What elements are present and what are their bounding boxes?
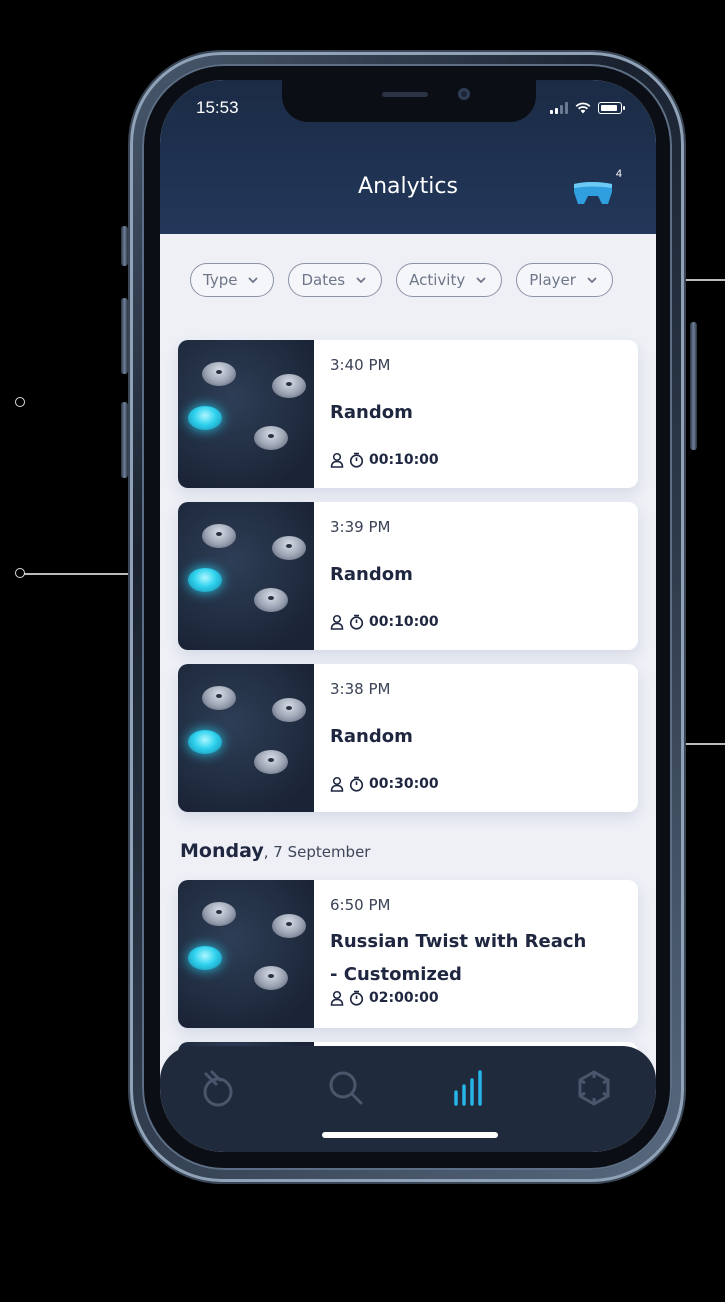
pod-graphic-lit (188, 568, 222, 592)
signal-icon (550, 102, 568, 114)
status-time: 15:53 (196, 98, 239, 117)
timer-icon (349, 614, 364, 630)
volume-down-button (121, 402, 128, 478)
person-icon (330, 990, 344, 1006)
session-time: 3:39 PM (330, 518, 391, 536)
person-icon (330, 776, 344, 792)
session-thumbnail (178, 664, 314, 812)
session-time: 3:40 PM (330, 356, 391, 374)
status-icons (550, 102, 625, 114)
pod-graphic (254, 966, 288, 990)
duration-value: 00:10:00 (369, 614, 439, 630)
wifi-icon (575, 102, 591, 114)
tab-workouts[interactable] (198, 1068, 238, 1108)
pod-graphic (202, 524, 236, 548)
chevron-down-icon (476, 277, 486, 284)
callout-ring-thumbnail (15, 568, 25, 578)
pod-graphic-lit (188, 946, 222, 970)
duration-value: 00:30:00 (369, 776, 439, 792)
duration-value: 00:10:00 (369, 452, 439, 468)
tab-analytics[interactable] (450, 1068, 490, 1108)
session-duration: 00:10:00 (330, 614, 439, 630)
pod-graphic-lit (188, 730, 222, 754)
action-button (121, 226, 128, 266)
session-card[interactable]: 3:39 PM Random 00:10:00 (178, 502, 638, 650)
pod-graphic (202, 902, 236, 926)
callout-ring-top-left (15, 397, 25, 407)
filter-player[interactable]: Player (516, 263, 613, 297)
filter-dates[interactable]: Dates (288, 263, 383, 297)
chevron-down-icon (356, 277, 366, 284)
power-button (690, 322, 697, 450)
pod-graphic (202, 362, 236, 386)
session-duration: 00:30:00 (330, 776, 439, 792)
session-thumbnail (178, 880, 314, 1028)
home-indicator[interactable] (322, 1132, 498, 1138)
pod-graphic (272, 536, 306, 560)
device-pod-icon (574, 182, 612, 204)
filter-label: Type (203, 271, 238, 289)
filter-label: Activity (409, 271, 466, 289)
session-card[interactable]: 3:38 PM Random 00:30:00 (178, 664, 638, 812)
session-duration: 02:00:00 (330, 990, 439, 1006)
session-thumbnail (178, 502, 314, 650)
chevron-down-icon (249, 277, 258, 284)
session-thumbnail (178, 340, 314, 488)
person-icon (330, 452, 344, 468)
pod-graphic (254, 588, 288, 612)
filter-label: Dates (301, 271, 346, 289)
session-name: Random (330, 726, 413, 747)
notch (282, 80, 536, 122)
timer-icon (349, 990, 364, 1006)
camera-icon (458, 88, 470, 100)
duration-value: 02:00:00 (369, 990, 439, 1006)
battery-icon (598, 102, 625, 114)
session-name-line: Russian Twist with Reach (330, 931, 587, 952)
pod-graphic (254, 750, 288, 774)
devices-button[interactable]: 4 (568, 168, 622, 210)
pod-graphic (254, 426, 288, 450)
session-time: 6:50 PM (330, 896, 391, 914)
session-card[interactable]: 3:40 PM Random 00:10:00 (178, 340, 638, 488)
day-section-header: Monday, 7 September (180, 840, 370, 862)
chevron-down-icon (587, 277, 597, 284)
session-name: Random (330, 564, 413, 585)
pod-graphic (272, 698, 306, 722)
app-header: 15:53 Analytics 4 (160, 80, 656, 234)
section-date: , 7 September (263, 843, 371, 861)
session-card[interactable]: 6:50 PM Russian Twist with Reach - Custo… (178, 880, 638, 1028)
tab-search[interactable] (326, 1068, 366, 1108)
session-name-line: - Customized (330, 964, 462, 985)
filter-bar: Type Dates Activity Player (160, 234, 656, 326)
pod-graphic (272, 914, 306, 938)
volume-up-button (121, 298, 128, 374)
app-screen: 15:53 Analytics 4 Type Dates Activity Pl… (160, 80, 656, 1152)
filter-label: Player (529, 271, 576, 289)
tab-settings[interactable] (574, 1068, 614, 1108)
session-name: Random (330, 402, 413, 423)
filter-activity[interactable]: Activity (396, 263, 503, 297)
pod-graphic (202, 686, 236, 710)
session-duration: 00:10:00 (330, 452, 439, 468)
devices-count-badge: 4 (615, 168, 622, 180)
pod-graphic-lit (188, 406, 222, 430)
section-day: Monday (180, 840, 264, 862)
timer-icon (349, 452, 364, 468)
speaker-grille (382, 92, 428, 97)
session-name: Russian Twist with Reach - Customized (330, 925, 586, 991)
person-icon (330, 614, 344, 630)
timer-icon (349, 776, 364, 792)
pod-graphic (272, 374, 306, 398)
filter-type[interactable]: Type (190, 263, 275, 297)
session-time: 3:38 PM (330, 680, 391, 698)
